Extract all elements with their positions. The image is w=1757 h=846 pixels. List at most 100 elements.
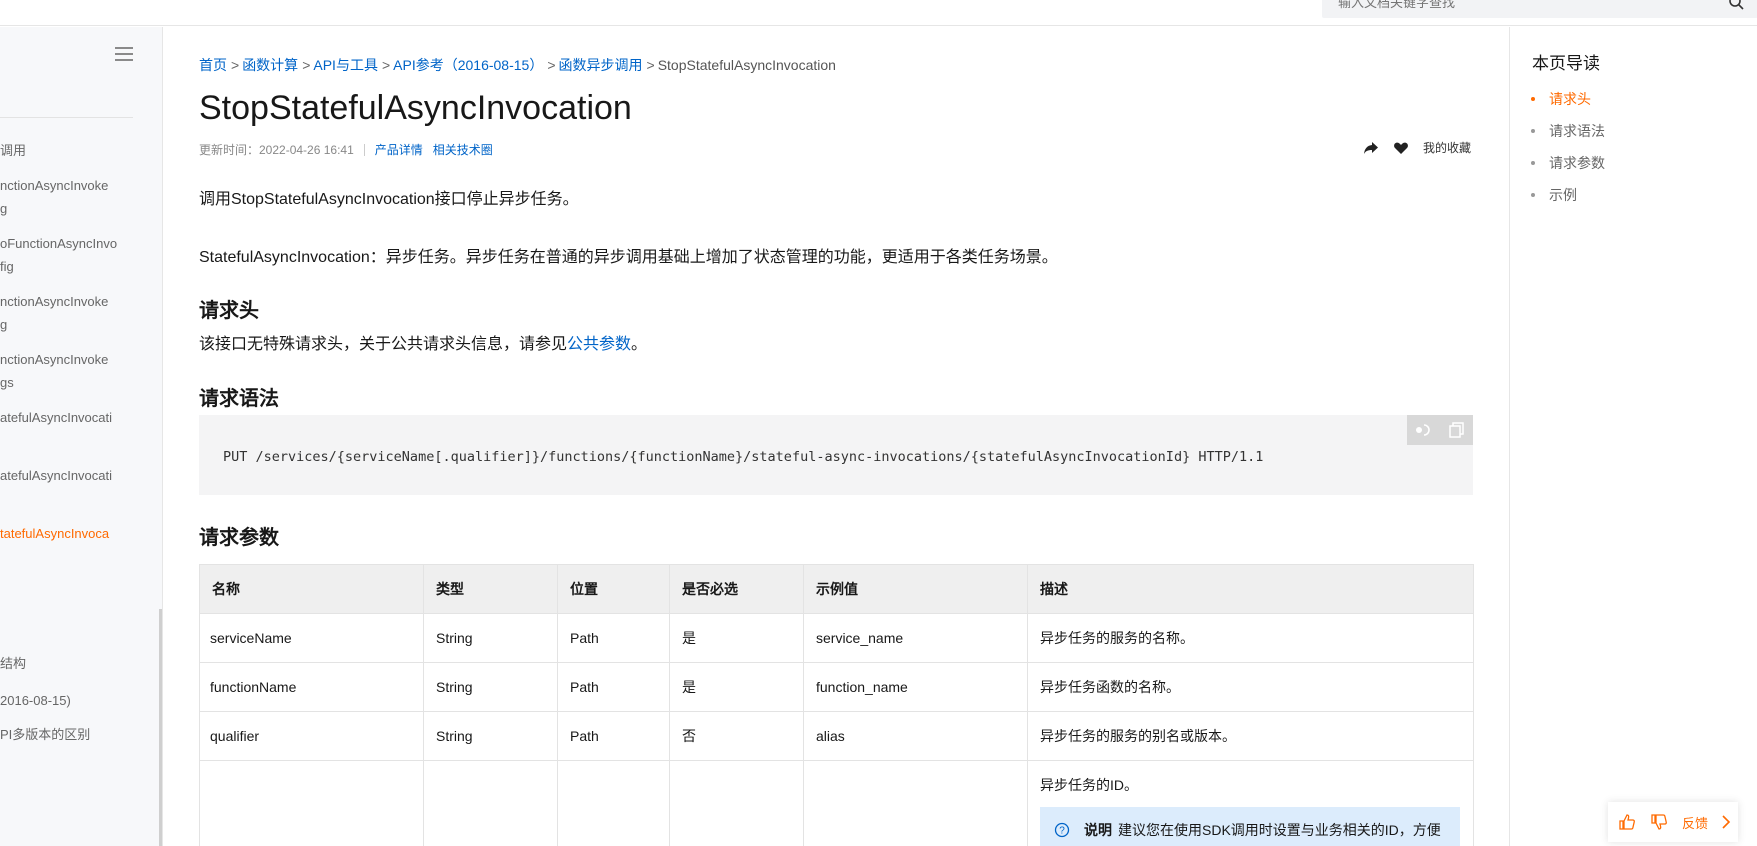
divider — [363, 143, 365, 156]
sidebar-item[interactable]: nctionAsyncInvoke — [0, 290, 150, 314]
thumb-down-icon[interactable] — [1650, 813, 1668, 831]
code-text: PUT /services/{serviceName[.qualifier]}/… — [223, 449, 1264, 465]
column-header: 类型 — [423, 564, 558, 614]
note-box: ? 说明 建议您在使用SDK调用时设置与业务相关的ID，方便 — [1040, 807, 1460, 846]
table-cell: alias — [803, 711, 1028, 761]
toc-title: 本页导读 — [1532, 54, 1600, 73]
sidebar-item[interactable]: 2016-08-15) — [0, 689, 150, 713]
menu-icon[interactable] — [115, 47, 133, 63]
table-cell: String — [423, 613, 558, 663]
table-row: functionName String Path 是 function_name… — [199, 662, 1474, 712]
table-cell: Path — [557, 662, 670, 712]
toc-item-request-params[interactable]: 请求参数 — [1531, 153, 1605, 173]
table-row: qualifier String Path 否 alias 异步任务的服务的别名… — [199, 711, 1474, 761]
top-bar — [0, 0, 1757, 26]
column-header: 示例值 — [803, 564, 1028, 614]
table-cell: serviceName — [199, 613, 424, 663]
sidebar-divider — [0, 117, 133, 118]
table-cell: 异步任务函数的名称。 — [1027, 662, 1474, 712]
chevron-right-icon[interactable] — [1720, 815, 1732, 829]
table-cell — [803, 760, 1028, 846]
table-cell: service_name — [803, 613, 1028, 663]
sidebar-item[interactable]: fig — [0, 255, 150, 279]
breadcrumb-async-invoke[interactable]: 函数异步调用 — [559, 57, 643, 73]
page-actions: 我的收藏 — [1363, 139, 1471, 156]
search-icon[interactable] — [1728, 0, 1744, 10]
table-cell: 异步任务的服务的名称。 — [1027, 613, 1474, 663]
code-toolbar — [1407, 415, 1473, 445]
table-cell — [669, 760, 804, 846]
table-header-row: 名称 类型 位置 是否必选 示例值 描述 — [199, 564, 1474, 614]
search-input[interactable] — [1338, 0, 1718, 12]
sidebar-item[interactable]: atefulAsyncInvocati — [0, 464, 150, 488]
request-header-text: 该接口无特殊请求头，关于公共请求头信息，请参见公共参数。 — [199, 336, 648, 353]
breadcrumb-home[interactable]: 首页 — [199, 57, 227, 73]
breadcrumb: 首页 > 函数计算 > API与工具 > API参考（2016-08-15） > 函数异步调用 >… — [199, 57, 836, 73]
sidebar-item[interactable]: 调用 — [0, 139, 150, 163]
search-box[interactable] — [1322, 0, 1757, 18]
table-cell: 是 — [669, 613, 804, 663]
intro-text: 调用StopStatefulAsyncInvocation接口停止异步任务。 — [199, 191, 579, 208]
sidebar-item[interactable]: gs — [0, 371, 150, 395]
table-cell: 是 — [669, 662, 804, 712]
table-cell: functionName — [199, 662, 424, 712]
table-cell: 否 — [669, 711, 804, 761]
common-params-link[interactable]: 公共参数 — [567, 336, 631, 353]
table-cell: Path — [557, 613, 670, 663]
toc-item-request-header[interactable]: 请求头 — [1531, 89, 1591, 109]
share-icon[interactable] — [1363, 140, 1379, 156]
sidebar-scrollbar[interactable] — [159, 609, 162, 846]
table-cell: String — [423, 711, 558, 761]
toc-item-example[interactable]: 示例 — [1531, 185, 1577, 205]
thumb-up-icon[interactable] — [1618, 813, 1636, 831]
sidebar-item[interactable]: atefulAsyncInvocati — [0, 406, 150, 430]
breadcrumb-api-tools[interactable]: API与工具 — [313, 57, 378, 73]
svg-text:?: ? — [1059, 826, 1065, 837]
sidebar-item[interactable]: PI多版本的区别 — [0, 723, 150, 747]
sidebar-item[interactable]: g — [0, 197, 150, 221]
breadcrumb-function-compute[interactable]: 函数计算 — [242, 57, 298, 73]
theme-toggle-icon[interactable] — [1415, 422, 1433, 438]
info-icon: ? — [1054, 822, 1070, 838]
section-title-request-syntax: 请求语法 — [199, 388, 279, 410]
sidebar-item[interactable]: oFunctionAsyncInvo — [0, 232, 150, 256]
column-header: 描述 — [1027, 564, 1474, 614]
table-cell: 异步任务的服务的别名或版本。 — [1027, 711, 1474, 761]
page-meta: 更新时间：2022-04-26 16:41 产品详情 相关技术圈 — [199, 141, 503, 158]
feedback-widget: 反馈 — [1608, 802, 1738, 842]
table-cell — [423, 760, 558, 846]
left-sidebar: 调用 nctionAsyncInvoke g oFunctionAsyncInv… — [0, 27, 163, 846]
table-row: serviceName String Path 是 service_name 异… — [199, 613, 1474, 663]
sidebar-item[interactable]: g — [0, 313, 150, 337]
page-title: StopStatefulAsyncInvocation — [199, 89, 632, 127]
note-label: 说明 — [1084, 822, 1112, 838]
section-title-request-params: 请求参数 — [199, 527, 279, 549]
table-cell: 异步任务的ID。 ? 说明 建议您在使用SDK调用时设置与业务相关的ID，方便 — [1027, 760, 1474, 846]
intro-text-2: StatefulAsyncInvocation：异步任务。异步任务在普通的异步调… — [199, 249, 1058, 266]
table-cell: String — [423, 662, 558, 712]
breadcrumb-api-reference[interactable]: API参考（2016-08-15） — [393, 57, 543, 73]
description-text: 异步任务的ID。 — [1040, 777, 1138, 793]
sidebar-item[interactable]: nctionAsyncInvoke — [0, 174, 150, 198]
sidebar-item[interactable]: nctionAsyncInvoke — [0, 348, 150, 372]
my-favorites-link[interactable]: 我的收藏 — [1423, 139, 1471, 156]
code-block: PUT /services/{serviceName[.qualifier]}/… — [199, 415, 1473, 495]
toc-item-request-syntax[interactable]: 请求语法 — [1531, 121, 1605, 141]
heart-icon[interactable] — [1393, 140, 1409, 156]
page-toc: 本页导读 请求头 请求语法 请求参数 示例 — [1509, 27, 1757, 846]
tech-circle-link[interactable]: 相关技术圈 — [433, 141, 493, 158]
sidebar-item[interactable]: 结构 — [0, 652, 150, 676]
column-header: 位置 — [557, 564, 670, 614]
table-row: 异步任务的ID。 ? 说明 建议您在使用SDK调用时设置与业务相关的ID，方便 — [199, 760, 1474, 846]
product-details-link[interactable]: 产品详情 — [375, 141, 423, 158]
table-cell: Path — [557, 711, 670, 761]
sidebar-item-active[interactable]: tatefulAsyncInvoca — [0, 522, 150, 546]
table-cell: qualifier — [199, 711, 424, 761]
section-title-request-header: 请求头 — [199, 300, 259, 322]
column-header: 是否必选 — [669, 564, 804, 614]
breadcrumb-current: StopStatefulAsyncInvocation — [657, 57, 836, 73]
feedback-label[interactable]: 反馈 — [1682, 813, 1708, 832]
copy-icon[interactable] — [1448, 422, 1466, 438]
params-table: 名称 类型 位置 是否必选 示例值 描述 serviceName String … — [199, 564, 1474, 846]
table-cell — [557, 760, 670, 846]
